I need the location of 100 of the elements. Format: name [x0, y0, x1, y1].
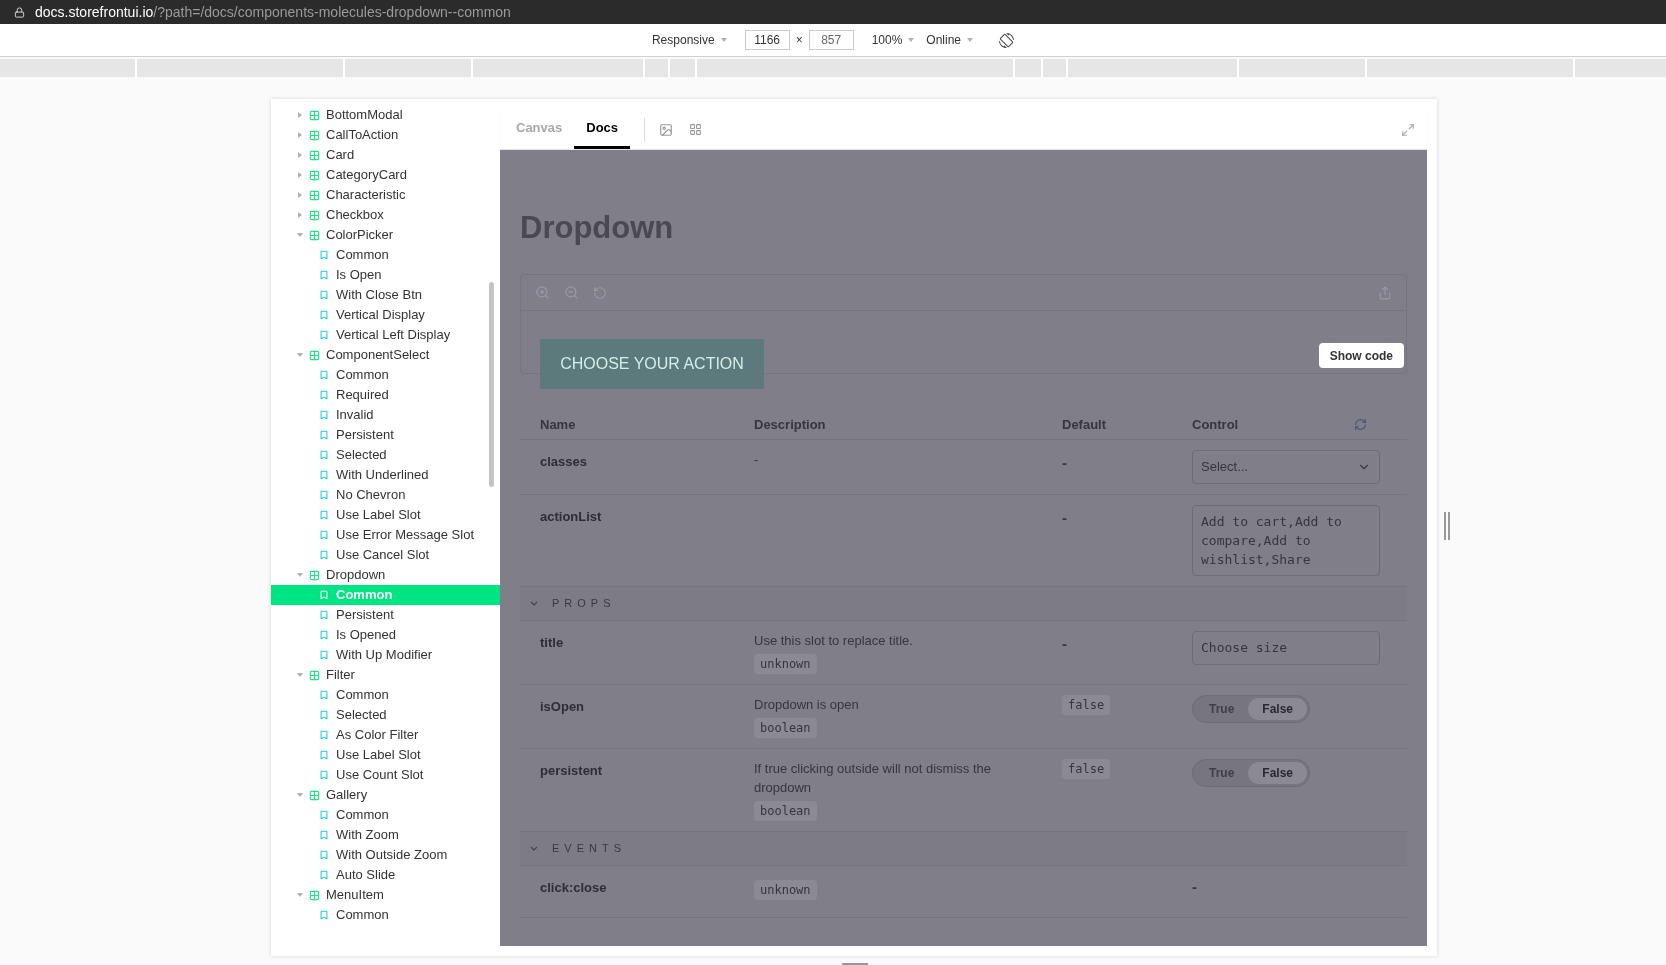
prop-name: persistent — [540, 762, 604, 780]
grid-icon — [309, 189, 320, 201]
sidebar-item[interactable]: Vertical Left Display — [271, 325, 500, 345]
zoom-dropdown[interactable]: 100% — [871, 31, 915, 49]
sidebar-item[interactable]: Use Label Slot — [271, 505, 500, 525]
sidebar-item[interactable]: MenuItem — [271, 885, 500, 905]
sidebar-item[interactable]: Filter — [271, 665, 500, 685]
column-header: Name — [540, 415, 576, 434]
caret-icon — [720, 37, 727, 43]
sidebar-item[interactable]: Auto Slide — [271, 865, 500, 885]
url-text[interactable]: docs.storefrontui.io/?path=/docs/components-molecules-dropdown--common — [35, 1, 511, 23]
caret-icon — [297, 112, 303, 118]
bookmark-icon — [319, 910, 329, 920]
sidebar-item[interactable]: Use Count Slot — [271, 765, 500, 785]
sidebar-item[interactable]: With Outside Zoom — [271, 845, 500, 865]
sidebar-item[interactable]: As Color Filter — [271, 725, 500, 745]
type-tag: unknown — [754, 880, 817, 900]
resize-handle[interactable] — [842, 963, 868, 965]
zoom-in-icon[interactable] — [535, 285, 550, 300]
toggle-option[interactable]: False — [1248, 698, 1308, 720]
device-dropdown[interactable]: Responsive — [651, 31, 727, 49]
grid-icon — [309, 149, 320, 161]
grid-icon — [309, 109, 320, 121]
sidebar-item[interactable]: Use Cancel Slot — [271, 545, 500, 565]
caret-icon — [297, 152, 303, 158]
sidebar-item[interactable]: Selected — [271, 445, 500, 465]
grid-icon — [309, 349, 320, 361]
sidebar-item[interactable]: CallToAction — [271, 125, 500, 145]
sidebar-item[interactable]: Common — [271, 805, 500, 825]
sidebar-item[interactable]: Required — [271, 385, 500, 405]
times-sign: × — [795, 32, 803, 49]
sidebar-item[interactable]: ColorPicker — [271, 225, 500, 245]
sidebar-item[interactable]: With Close Btn — [271, 285, 500, 305]
sidebar-item[interactable]: No Chevron — [271, 485, 500, 505]
sidebar-item[interactable]: Persistent — [271, 425, 500, 445]
resize-handle[interactable] — [1444, 512, 1450, 540]
caret-icon — [297, 172, 303, 178]
prop-description: Use this slot to replace title. — [754, 632, 913, 650]
column-header: Control — [1192, 415, 1239, 434]
sidebar-item[interactable]: Is Opened — [271, 625, 500, 645]
lock-icon — [14, 6, 25, 18]
grid-icon — [309, 789, 320, 801]
fullscreen-icon[interactable] — [1401, 122, 1415, 137]
default-value: - — [1062, 634, 1067, 654]
image-icon[interactable] — [659, 122, 674, 137]
sidebar-item[interactable]: Characteristic — [271, 185, 500, 205]
sidebar-item[interactable]: Common — [271, 685, 500, 705]
sidebar-item[interactable]: Common — [271, 905, 500, 925]
caret-icon — [297, 212, 303, 218]
prop-description: If true clicking outside will not dismiss the dropdown — [754, 760, 992, 797]
sidebar-item[interactable]: Dropdown — [271, 565, 500, 585]
height-field[interactable]: 857 — [808, 30, 854, 50]
sidebar-item[interactable]: Gallery — [271, 785, 500, 805]
sidebar-item[interactable]: Selected — [271, 705, 500, 725]
call-to-action-button[interactable]: CHOOSE YOUR ACTION — [540, 339, 764, 389]
type-tag: boolean — [754, 801, 817, 821]
caret-icon — [967, 37, 974, 43]
sidebar-item[interactable]: With Underlined — [271, 465, 500, 485]
sidebar-item[interactable]: ComponentSelect — [271, 345, 500, 365]
type-tag: boolean — [754, 718, 817, 738]
zoom-out-icon[interactable] — [564, 285, 579, 300]
sidebar-item[interactable]: Use Error Message Slot — [271, 525, 500, 545]
caret-icon — [297, 572, 303, 578]
sidebar-item[interactable]: Invalid — [271, 405, 500, 425]
prop-description: Dropdown is open — [754, 696, 859, 714]
sidebar-item[interactable]: Use Label Slot — [271, 745, 500, 765]
grid-icon — [309, 569, 320, 581]
grid-icon — [309, 889, 320, 901]
caret-icon — [297, 352, 303, 358]
sidebar-item[interactable]: Common — [271, 245, 500, 265]
sidebar-item[interactable]: CategoryCard — [271, 165, 500, 185]
grid-icon[interactable] — [689, 123, 703, 136]
sidebar-item[interactable]: Vertical Display — [271, 305, 500, 325]
width-field[interactable]: 1166 — [744, 30, 790, 50]
reset-controls-icon[interactable] — [1354, 418, 1367, 431]
caret-icon — [297, 132, 303, 138]
reset-zoom-icon[interactable] — [593, 285, 607, 300]
caret-icon — [297, 792, 303, 798]
show-code-button[interactable]: Show code — [1318, 343, 1404, 368]
sidebar-item[interactable]: Common — [271, 365, 500, 385]
rotate-icon[interactable] — [999, 32, 1015, 48]
control-text: - — [1192, 877, 1197, 897]
grid-icon — [309, 669, 320, 681]
sidebar-item[interactable]: With Up Modifier — [271, 645, 500, 665]
caret-icon — [297, 232, 303, 238]
network-dropdown[interactable]: Online — [926, 31, 974, 49]
share-icon[interactable] — [1378, 285, 1392, 300]
grid-icon — [309, 169, 320, 181]
sidebar-item[interactable]: Checkbox — [271, 205, 500, 225]
sidebar-item[interactable]: With Zoom — [271, 825, 500, 845]
sidebar-item[interactable]: Persistent — [271, 605, 500, 625]
column-header: Description — [754, 415, 826, 434]
grid-icon — [309, 129, 320, 141]
sidebar-item[interactable]: BottomModal — [271, 105, 500, 125]
toggle-option[interactable]: False — [1248, 762, 1308, 784]
prop-description: - — [754, 451, 759, 469]
prop-name: actionList — [540, 508, 603, 526]
sidebar-item[interactable]: Card — [271, 145, 500, 165]
sidebar-item[interactable]: Is Open — [271, 265, 500, 285]
type-tag: unknown — [754, 654, 817, 674]
